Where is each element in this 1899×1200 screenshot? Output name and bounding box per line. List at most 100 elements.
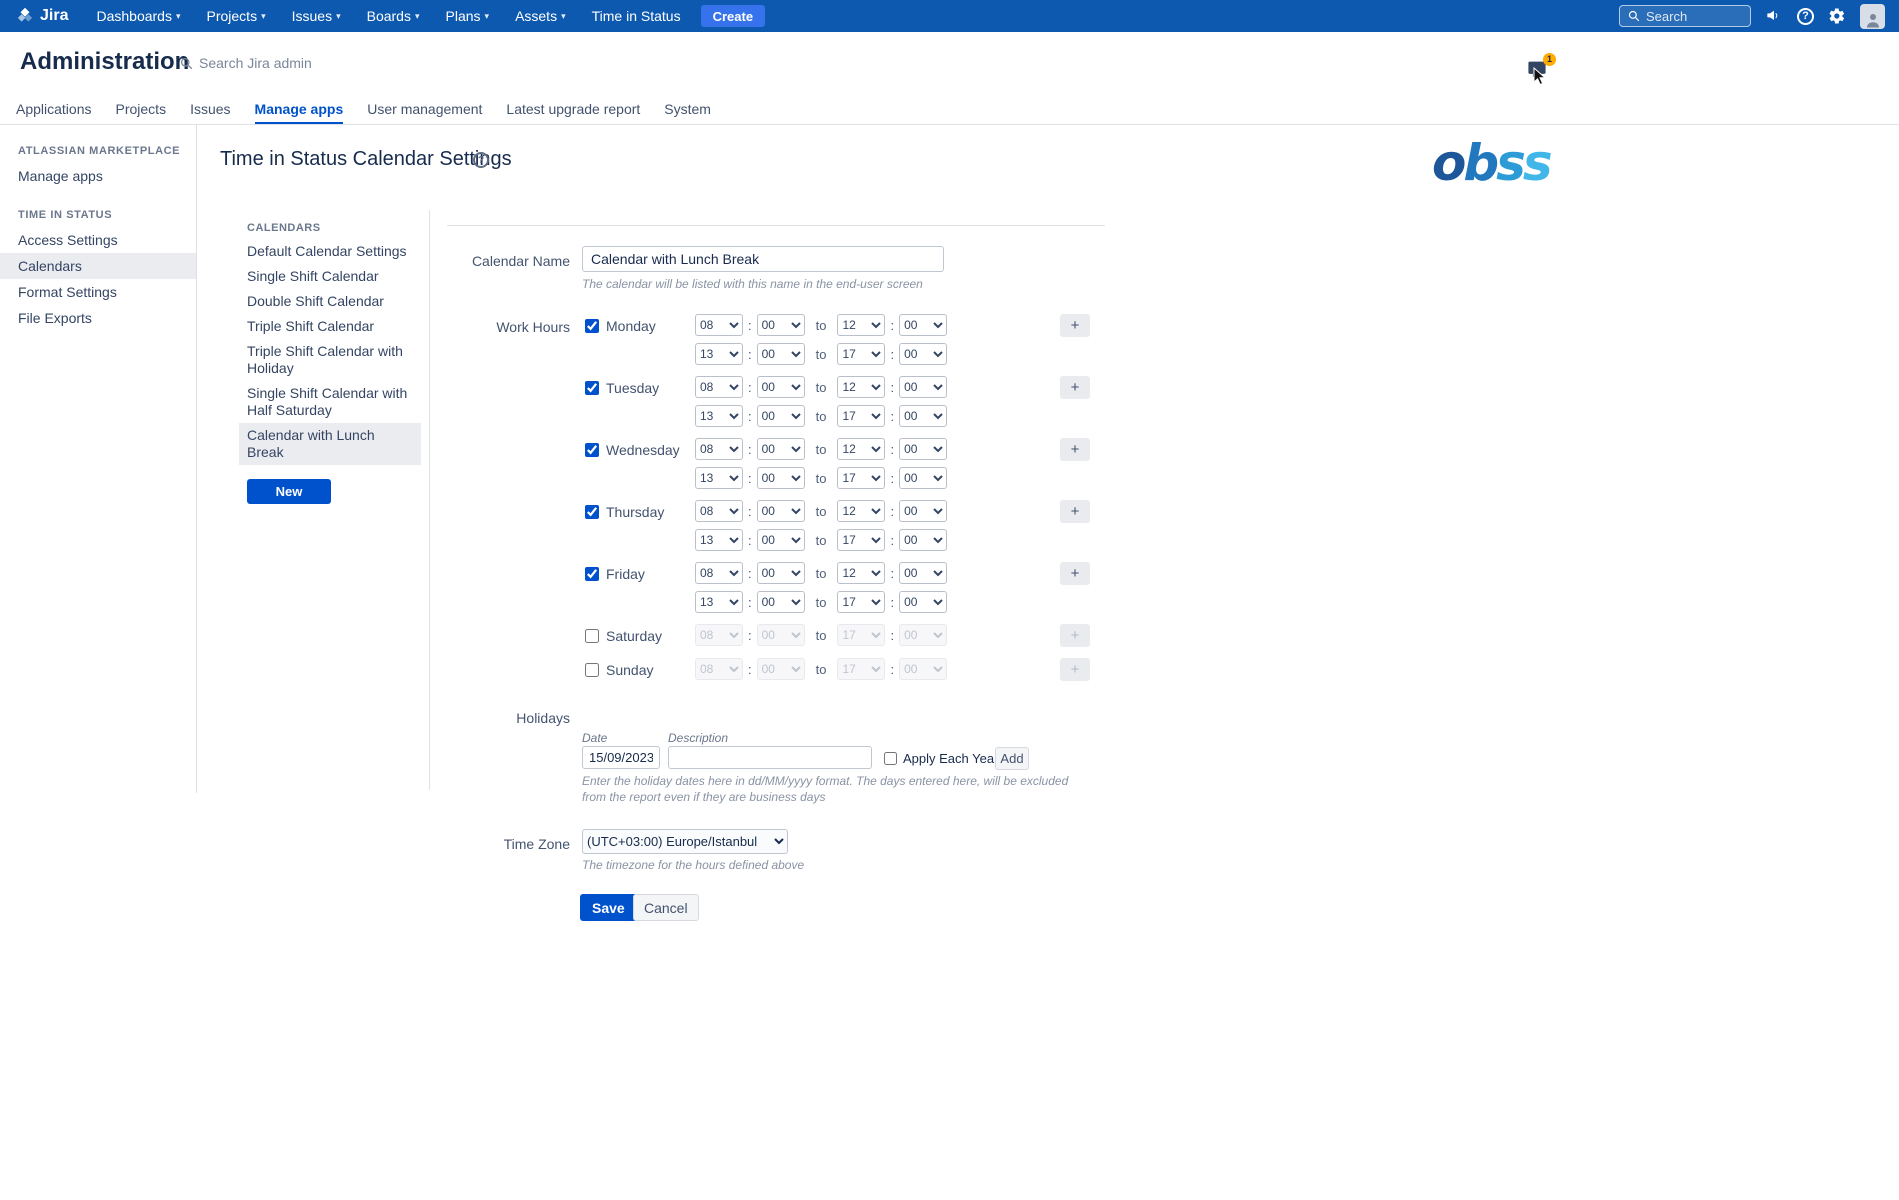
calendar-item-triple-shift-calendar-with-holiday[interactable]: Triple Shift Calendar with Holiday <box>239 339 421 381</box>
time-select[interactable]: 13 <box>695 467 743 489</box>
topnav-item-time-in-status[interactable]: Time in Status <box>592 8 681 24</box>
sidebar-item-file-exports[interactable]: File Exports <box>0 305 196 331</box>
add-time-range-button[interactable]: + <box>1060 314 1090 337</box>
add-time-range-button[interactable]: + <box>1060 500 1090 523</box>
jira-logo[interactable]: Jira <box>16 7 68 25</box>
time-select[interactable]: 00 <box>899 405 947 427</box>
tab-manage-apps[interactable]: Manage apps <box>255 96 344 124</box>
admin-search[interactable] <box>180 55 389 71</box>
time-select[interactable]: 00 <box>757 467 805 489</box>
time-select[interactable]: 00 <box>757 405 805 427</box>
time-select[interactable]: 08 <box>695 500 743 522</box>
sidebar-item-manage-apps[interactable]: Manage apps <box>0 163 196 189</box>
time-select[interactable]: 00 <box>757 500 805 522</box>
sidebar-item-access-settings[interactable]: Access Settings <box>0 227 196 253</box>
sidebar-item-calendars[interactable]: Calendars <box>0 253 196 279</box>
add-time-range-button[interactable]: + <box>1060 438 1090 461</box>
time-select[interactable]: 08 <box>695 562 743 584</box>
time-select[interactable]: 17 <box>837 591 885 613</box>
topnav-item-assets[interactable]: Assets▾ <box>515 8 566 24</box>
day-checkbox[interactable] <box>585 663 599 677</box>
time-select[interactable]: 00 <box>899 438 947 460</box>
time-select[interactable]: 00 <box>899 591 947 613</box>
global-search[interactable] <box>1619 5 1751 27</box>
time-select[interactable]: 00 <box>757 529 805 551</box>
help-icon[interactable]: ? <box>1797 8 1814 25</box>
tab-latest-upgrade-report[interactable]: Latest upgrade report <box>506 96 640 124</box>
day-checkbox[interactable] <box>585 505 599 519</box>
time-select[interactable]: 00 <box>899 314 947 336</box>
topnav-item-plans[interactable]: Plans▾ <box>446 8 490 24</box>
time-select[interactable]: 00 <box>899 500 947 522</box>
time-select[interactable]: 13 <box>695 405 743 427</box>
user-avatar[interactable] <box>1860 4 1885 29</box>
day-checkbox[interactable] <box>585 629 599 643</box>
add-time-range-button[interactable]: + <box>1060 562 1090 585</box>
day-checkbox[interactable] <box>585 567 599 581</box>
cancel-button[interactable]: Cancel <box>633 894 699 921</box>
global-search-input[interactable] <box>1646 9 1742 24</box>
time-select[interactable]: 12 <box>837 562 885 584</box>
calendar-name-input[interactable] <box>582 246 944 272</box>
time-select[interactable]: 12 <box>837 500 885 522</box>
sidebar-item-format-settings[interactable]: Format Settings <box>0 279 196 305</box>
time-select[interactable]: 13 <box>695 591 743 613</box>
time-select[interactable]: 17 <box>837 529 885 551</box>
tab-applications[interactable]: Applications <box>16 96 92 124</box>
topnav-item-dashboards[interactable]: Dashboards▾ <box>96 8 180 24</box>
time-select[interactable]: 00 <box>899 529 947 551</box>
calendar-item-default-calendar-settings[interactable]: Default Calendar Settings <box>239 239 421 264</box>
topnav-item-boards[interactable]: Boards▾ <box>367 8 420 24</box>
tab-projects[interactable]: Projects <box>116 96 167 124</box>
calendar-item-triple-shift-calendar[interactable]: Triple Shift Calendar <box>239 314 421 339</box>
time-select[interactable]: 12 <box>837 376 885 398</box>
calendar-item-single-shift-calendar-with-half-saturday[interactable]: Single Shift Calendar with Half Saturday <box>239 381 421 423</box>
time-select[interactable]: 00 <box>757 591 805 613</box>
topnav-item-projects[interactable]: Projects▾ <box>207 8 266 24</box>
time-select[interactable]: 00 <box>899 343 947 365</box>
time-select[interactable]: 08 <box>695 438 743 460</box>
time-select[interactable]: 00 <box>899 562 947 584</box>
calendar-item-single-shift-calendar[interactable]: Single Shift Calendar <box>239 264 421 289</box>
calendar-item-calendar-with-lunch-break[interactable]: Calendar with Lunch Break <box>239 423 421 465</box>
save-button[interactable]: Save <box>580 894 637 921</box>
time-select[interactable]: 00 <box>757 376 805 398</box>
time-select[interactable]: 12 <box>837 438 885 460</box>
admin-search-input[interactable] <box>199 55 389 71</box>
day-checkbox[interactable] <box>585 381 599 395</box>
topnav-item-issues[interactable]: Issues▾ <box>292 8 341 24</box>
time-select[interactable]: 00 <box>899 376 947 398</box>
new-calendar-button[interactable]: New <box>247 479 331 504</box>
day-checkbox[interactable] <box>585 443 599 457</box>
holiday-date-input[interactable] <box>582 746 660 769</box>
time-select[interactable]: 08 <box>695 314 743 336</box>
time-select[interactable]: 00 <box>757 562 805 584</box>
megaphone-icon[interactable] <box>1765 8 1783 24</box>
time-select[interactable]: 13 <box>695 343 743 365</box>
time-select[interactable]: 08 <box>695 376 743 398</box>
holiday-description-input[interactable] <box>668 746 872 769</box>
time-select[interactable]: 00 <box>757 438 805 460</box>
day-checkbox[interactable] <box>585 319 599 333</box>
work-hours-row: 13:00to17:00 <box>695 591 947 613</box>
time-select[interactable]: 00 <box>899 467 947 489</box>
page-help-icon[interactable]: ? <box>473 152 489 168</box>
time-select[interactable]: 17 <box>837 405 885 427</box>
add-time-range-button[interactable]: + <box>1060 376 1090 399</box>
add-holiday-button[interactable]: Add <box>995 747 1029 770</box>
calendar-item-double-shift-calendar[interactable]: Double Shift Calendar <box>239 289 421 314</box>
tab-issues[interactable]: Issues <box>190 96 230 124</box>
create-button[interactable]: Create <box>701 5 765 27</box>
gear-icon[interactable] <box>1828 7 1846 25</box>
time-select[interactable]: 17 <box>837 467 885 489</box>
tab-system[interactable]: System <box>664 96 711 124</box>
tab-user-management[interactable]: User management <box>367 96 482 124</box>
work-hours-day-wednesday: Wednesday08:00to12:0013:00to17:00+ <box>585 438 1090 489</box>
time-select[interactable]: 00 <box>757 314 805 336</box>
timezone-select[interactable]: (UTC+03:00) Europe/Istanbul <box>582 829 788 854</box>
time-select[interactable]: 17 <box>837 343 885 365</box>
time-select[interactable]: 00 <box>757 343 805 365</box>
time-select[interactable]: 12 <box>837 314 885 336</box>
apply-each-year-checkbox[interactable] <box>884 752 897 765</box>
time-select[interactable]: 13 <box>695 529 743 551</box>
